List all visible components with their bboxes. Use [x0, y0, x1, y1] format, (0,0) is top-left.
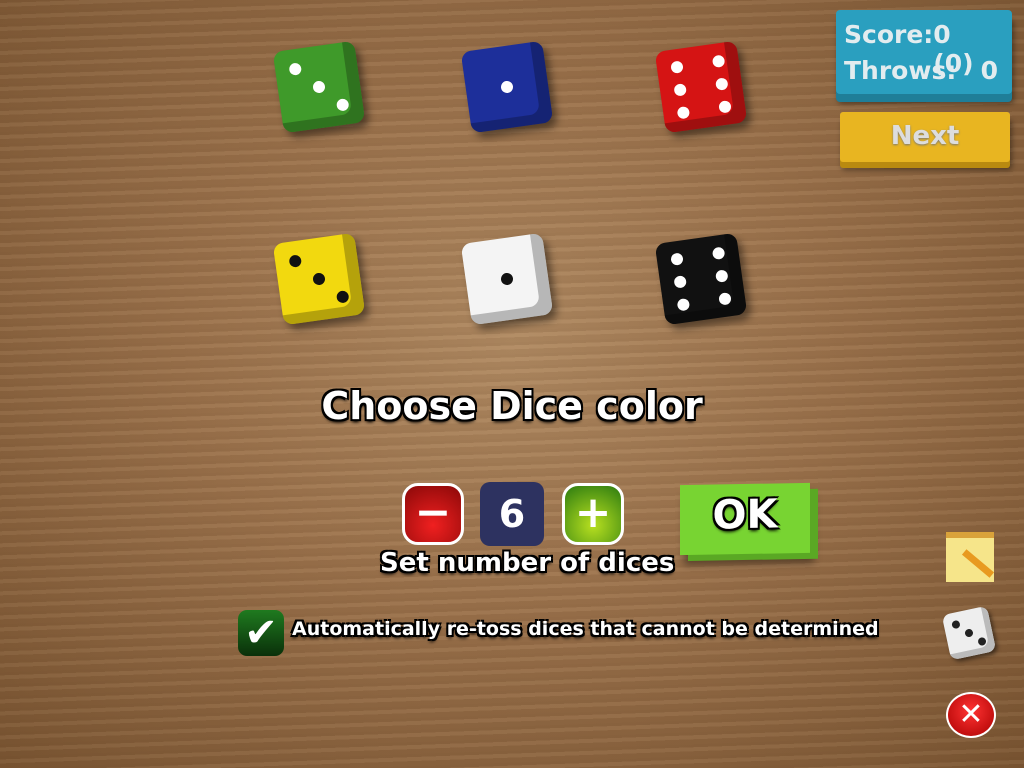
die-pip — [673, 83, 687, 97]
die-pip — [673, 275, 687, 289]
die-pip — [715, 77, 729, 91]
die-yellow[interactable] — [272, 232, 366, 326]
die-green[interactable] — [272, 40, 366, 134]
throws-label: Throws: — [844, 56, 957, 85]
roll-dice-button[interactable] — [941, 605, 998, 662]
die-black[interactable] — [654, 232, 748, 326]
dice-count-label: Set number of dices — [380, 548, 675, 578]
game-screen: Score: 0 (0) Throws: 0 Next Choose Dice co… — [0, 0, 1024, 768]
die-pip — [676, 105, 691, 120]
die-pip — [718, 292, 732, 306]
die-pip — [335, 290, 350, 304]
auto-retoss-label: Automatically re-toss dices that cannot … — [292, 618, 879, 640]
increase-dice-button[interactable]: + — [562, 483, 624, 545]
notes-button[interactable] — [946, 532, 998, 584]
die-pip — [670, 60, 684, 74]
dice-icon — [941, 605, 997, 661]
throws-value: 0 — [980, 56, 998, 85]
auto-retoss-checkbox[interactable]: ✔ — [238, 610, 284, 656]
next-button[interactable]: Next — [840, 112, 1010, 162]
die-pip — [500, 80, 514, 94]
die-blue[interactable] — [460, 40, 554, 134]
die-pip — [715, 269, 729, 283]
die-pip — [718, 100, 732, 114]
close-icon: ✕ — [946, 692, 996, 738]
die-pip — [288, 254, 303, 268]
die-pip — [288, 62, 303, 76]
die-white[interactable] — [460, 232, 554, 326]
close-button[interactable]: ✕ — [946, 692, 998, 744]
die-pip — [335, 98, 350, 112]
die-pip — [312, 272, 326, 286]
dice-count: 6 — [480, 482, 544, 546]
die-pip — [711, 246, 726, 261]
decrease-dice-button[interactable]: − — [402, 483, 464, 545]
die-pip — [312, 80, 326, 94]
notepad-pencil-icon — [946, 532, 995, 582]
checkmark-icon: ✔ — [244, 610, 278, 656]
die-pip — [670, 252, 684, 266]
die-pip — [676, 297, 691, 312]
ok-button[interactable]: OK — [680, 482, 810, 556]
die-red[interactable] — [654, 40, 748, 134]
die-pip — [711, 54, 726, 69]
score-panel: Score: 0 (0) Throws: 0 — [836, 10, 1012, 94]
page-title: Choose Dice color — [321, 384, 703, 428]
die-pip — [500, 272, 514, 286]
